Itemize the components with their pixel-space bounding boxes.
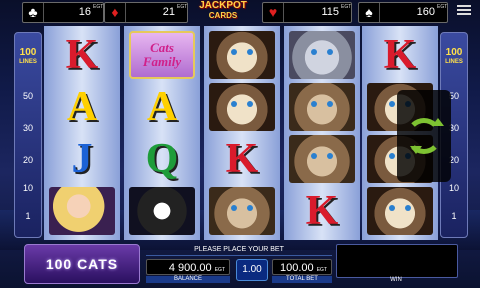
game-logo: 100 CATS	[24, 244, 140, 284]
currency-label: EGT	[316, 267, 327, 273]
grey-cat-image	[289, 31, 355, 79]
currency-label: EGT	[177, 4, 188, 10]
blonde-lady-image	[49, 187, 115, 235]
currency-label: EGT	[93, 4, 104, 10]
currency-label: EGT	[214, 267, 225, 273]
denomination-button[interactable]: 1.00	[236, 259, 268, 281]
tabby-cat-image	[289, 83, 355, 131]
tabby-cat-image	[289, 135, 355, 183]
arrow-icon	[432, 118, 444, 126]
symbol-cats-family-logo: Cats Family	[126, 30, 198, 80]
jackpot-cards-logo: JACKPOT CARDS	[193, 0, 253, 24]
jackpot-spades: ♠ 160 666.00 EGT	[358, 2, 448, 37]
lines-count: 100	[445, 47, 463, 58]
symbol-persian-cat	[126, 186, 198, 236]
symbol-blonde-lady	[46, 186, 118, 236]
reel-2: Cats Family A Q	[124, 26, 200, 240]
hearts-icon: ♥	[263, 3, 284, 22]
siamese-cat-image	[367, 187, 433, 235]
win-display	[336, 244, 458, 278]
diamonds-icon: ♦	[105, 3, 126, 22]
symbol-tabby-cat	[286, 134, 358, 184]
line-mark: 1	[25, 211, 31, 221]
currency-label: EGT	[437, 4, 448, 10]
symbol-siamese-cat	[364, 186, 436, 236]
jackpot-diamonds: ♦ 21 061.00 EGT	[104, 2, 188, 37]
symbol-j: J	[71, 136, 93, 182]
balance-label: BALANCE	[146, 276, 230, 283]
status-message: PLEASE PLACE YOUR BET	[194, 246, 284, 253]
balance-display: 4 900.00 EGT	[146, 259, 230, 275]
spades-icon: ♠	[359, 3, 380, 22]
jackpot-logo-line1: JACKPOT	[199, 0, 247, 11]
symbol-k: K	[65, 32, 99, 78]
siamese-cat-image	[209, 31, 275, 79]
symbol-grey-cat	[286, 30, 358, 80]
tabby-cat-image	[209, 187, 275, 235]
line-mark: 50	[22, 91, 33, 101]
symbol-tabby-cat	[286, 82, 358, 132]
total-bet-value: 100.00	[280, 262, 314, 274]
menu-icon[interactable]	[457, 3, 471, 17]
line-mark: 10	[448, 183, 459, 193]
arrow-icon	[410, 146, 422, 154]
clubs-icon: ♣	[23, 3, 44, 22]
divider	[146, 255, 332, 256]
symbol-k: K	[383, 32, 417, 78]
symbol-k: K	[225, 136, 259, 182]
reels-area: K A J Cats Family A Q K K K	[44, 26, 438, 240]
symbol-siamese-cat	[206, 82, 278, 132]
lines-count: 100	[19, 47, 37, 58]
symbol-tabby-cat	[206, 186, 278, 236]
win-label: WIN	[390, 277, 402, 283]
line-mark: 30	[22, 123, 33, 133]
balance-value: 4 900.00	[168, 262, 212, 274]
lines-label: LINES	[19, 59, 37, 65]
jackpot-logo-line2: CARDS	[208, 11, 238, 20]
symbol-q: Q	[145, 136, 179, 182]
jackpot-bar: ♣ 16 650.00 EGT ♦ 21 061.00 EGT JACKPOT …	[0, 0, 480, 37]
lines-label: LINES	[445, 59, 463, 65]
line-mark: 10	[22, 183, 33, 193]
symbol-siamese-cat	[206, 30, 278, 80]
siamese-cat-image	[209, 83, 275, 131]
symbol-a: A	[146, 84, 178, 130]
reel-3: K	[204, 26, 280, 240]
symbol-k: K	[305, 188, 339, 234]
jackpot-hearts: ♥ 115 138.00 EGT	[262, 2, 352, 37]
total-bet-display[interactable]: 100.00 EGT	[272, 259, 332, 275]
rotate-device-overlay[interactable]	[397, 90, 451, 182]
cats-family-logo: Cats Family	[129, 31, 195, 79]
persian-cat-image	[129, 187, 195, 235]
symbol-a: A	[66, 84, 98, 130]
currency-label: EGT	[341, 4, 352, 10]
reel-4: K	[284, 26, 360, 240]
jackpot-clubs: ♣ 16 650.00 EGT	[22, 2, 104, 37]
line-mark: 20	[22, 155, 33, 165]
reel-1: K A J	[44, 26, 120, 240]
total-bet-label: TOTAL BET	[272, 276, 332, 283]
line-mark: 1	[451, 211, 457, 221]
lines-indicator-left: 100 LINES 50 30 20 10 1	[14, 32, 42, 238]
